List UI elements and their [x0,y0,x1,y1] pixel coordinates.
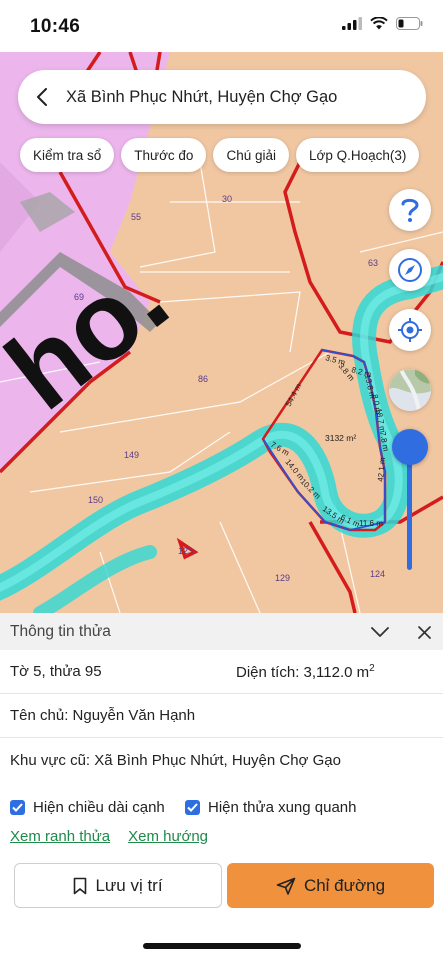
compass-icon [398,258,422,282]
show-surrounding-parcels-checkbox[interactable]: Hiện thửa xung quanh [185,799,356,816]
send-icon [276,877,296,895]
owner-name: Tên chủ: Nguyễn Văn Hạnh [10,707,196,724]
chevron-left-icon [37,88,47,106]
save-location-label: Lưu vị trí [95,875,163,895]
compass-button[interactable] [389,249,431,291]
opacity-slider-track[interactable] [407,448,412,570]
question-icon [401,198,419,222]
chip-ruler[interactable]: Thước đo [121,138,207,172]
collapse-button[interactable] [368,621,392,643]
wifi-icon [370,17,388,30]
locate-button[interactable] [389,309,431,351]
map-parcel-label: 69 [74,292,84,302]
back-button[interactable] [18,70,66,124]
search-bar[interactable]: Xã Bình Phục Nhứt, Huyện Chợ Gạo [18,70,426,124]
battery-icon [396,17,423,30]
map-parcel-label: 30 [222,194,232,204]
view-direction-link[interactable]: Xem hướng [128,828,208,845]
map-view[interactable]: ho. 30 55 69 86 63 149 150 123 129 124 3… [0,52,443,613]
map-area-label: 3132 m² [325,433,356,443]
close-button[interactable] [413,621,435,643]
map-parcel-label: 123 [178,546,193,556]
chevron-down-icon [371,626,389,637]
old-area-row: Khu vực cũ: Xã Bình Phục Nhứt, Huyện Chợ… [0,738,443,782]
map-parcel-label: 86 [198,374,208,384]
show-edge-length-label: Hiện chiều dài cạnh [33,798,165,816]
map-parcel-label: 124 [370,569,385,579]
directions-button[interactable]: Chỉ đường [227,863,434,908]
map-parcel-label: 55 [131,212,141,222]
old-area: Khu vực cũ: Xã Bình Phục Nhứt, Huyện Chợ… [10,751,341,769]
checkbox-checked-icon [185,799,200,815]
crosshair-icon [398,318,422,342]
satellite-thumbnail-icon [389,369,431,411]
signal-icon [342,17,362,30]
owner-row: Tên chủ: Nguyễn Văn Hạnh [0,694,443,738]
chip-planning-layer[interactable]: Lớp Q.Hoạch(3) [295,138,420,172]
parcel-id-row: Tờ 5, thửa 95 Diện tích: 3,112.0 m2 [0,650,443,694]
chip-check-book[interactable]: Kiểm tra sổ [20,138,115,172]
bookmark-icon [74,877,87,894]
opacity-slider-thumb[interactable] [392,429,428,465]
links-row: Xem ranh thửa Xem hướng [0,828,443,845]
status-icons [342,17,423,30]
show-surrounding-parcels-label: Hiện thửa xung quanh [208,798,357,816]
tool-chips: Kiểm tra sổ Thước đo Chú giải Lớp Q.Hoạc… [20,138,420,172]
status-bar: 10:46 [0,0,443,52]
directions-label: Chỉ đường [303,875,386,895]
location-title[interactable]: Xã Bình Phục Nhứt, Huyện Chợ Gạo [66,88,337,107]
home-indicator [143,943,301,949]
close-icon [417,625,431,639]
map-parcel-label: 129 [275,573,290,583]
help-button[interactable] [389,189,431,231]
save-location-button[interactable]: Lưu vị trí [14,863,222,908]
map-parcel-label: 150 [88,495,103,505]
map-edge-label: 11.6 m [359,519,383,528]
basemap-toggle-button[interactable] [389,369,431,411]
map-canvas[interactable]: ho. 30 55 69 86 63 149 150 123 129 124 3… [0,52,443,613]
sheet-header: Thông tin thửa [0,613,443,650]
parcel-area: Diện tích: 3,112.0 m2 [236,662,375,681]
status-time: 10:46 [30,16,81,37]
view-boundary-link[interactable]: Xem ranh thửa [10,828,110,845]
show-edge-length-checkbox[interactable]: Hiện chiều dài cạnh [10,799,185,816]
options-row: Hiện chiều dài cạnh Hiện thửa xung quanh [0,792,443,822]
checkbox-checked-icon [10,799,25,815]
chip-legend[interactable]: Chú giải [213,138,289,172]
map-parcel-label: 63 [368,258,378,268]
sheet-title: Thông tin thửa [10,622,111,640]
parcel-id: Tờ 5, thửa 95 [10,663,102,680]
map-parcel-label: 149 [124,450,139,460]
